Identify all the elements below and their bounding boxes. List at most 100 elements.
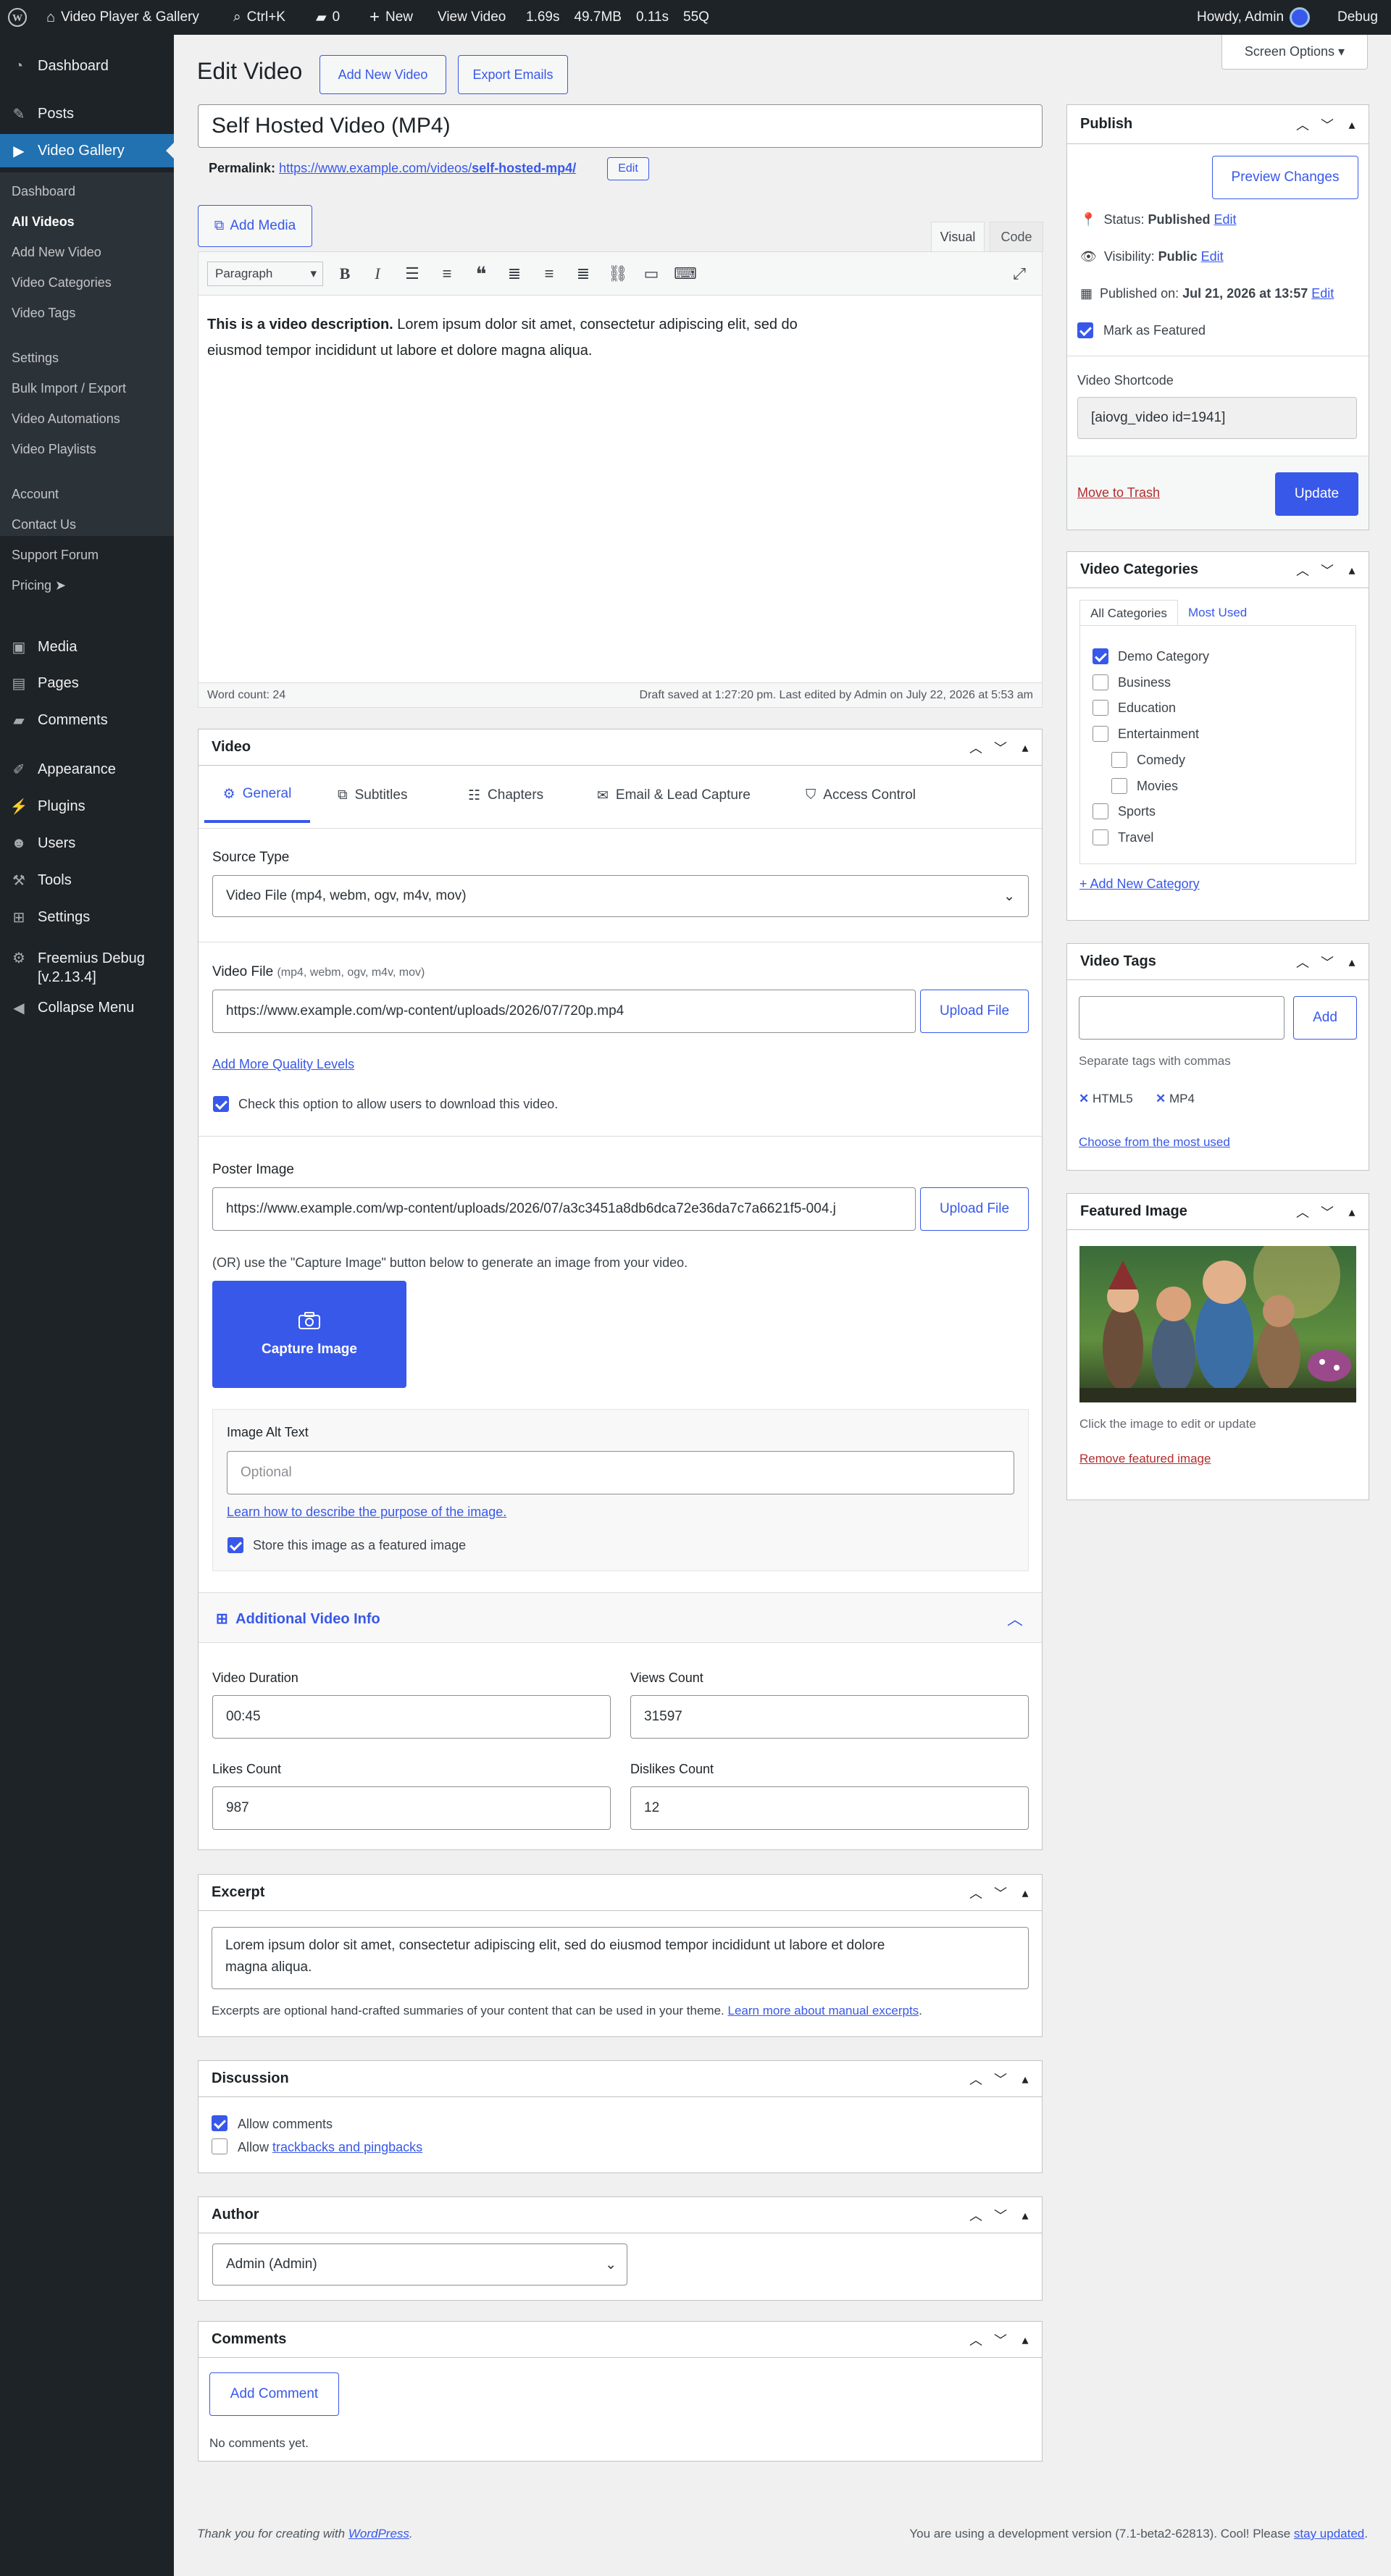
submenu-dashboard[interactable]: Dashboard: [12, 184, 75, 199]
toggle-triangle-icon[interactable]: ▴: [1017, 2072, 1033, 2087]
chevron-up-icon[interactable]: ︿: [968, 2070, 984, 2088]
numbered-list-icon[interactable]: ≡: [435, 262, 459, 286]
menu-plugins[interactable]: ⚡ Plugins: [0, 790, 174, 823]
query-monitor-stats[interactable]: 1.69s 49.7MB 0.11s 55Q: [526, 0, 709, 35]
tag-input[interactable]: [1079, 996, 1285, 1040]
add-comment-button[interactable]: Add Comment: [209, 2372, 339, 2416]
toggle-triangle-icon[interactable]: ▴: [1017, 740, 1033, 756]
menu-tools[interactable]: ⚒ Tools: [0, 863, 174, 897]
menu-media[interactable]: ▣ Media: [0, 630, 174, 664]
toggle-triangle-icon[interactable]: ▴: [1017, 2333, 1033, 2348]
featured-image-thumbnail[interactable]: [1079, 1246, 1356, 1402]
chevron-down-icon[interactable]: ﹀: [993, 2330, 1008, 2349]
allow-comments-checkbox[interactable]: [212, 2115, 227, 2131]
status-edit-link[interactable]: Edit: [1214, 212, 1237, 227]
submenu-video-tags[interactable]: Video Tags: [12, 306, 75, 321]
view-video-link[interactable]: View Video: [438, 0, 506, 35]
likes-input[interactable]: 987: [212, 1786, 611, 1830]
menu-video-gallery[interactable]: ▶ Video Gallery: [0, 134, 174, 167]
video-upload-button[interactable]: Upload File: [920, 990, 1029, 1033]
chevron-up-icon[interactable]: ︿: [968, 2330, 984, 2349]
add-media-button[interactable]: ⧉ Add Media: [198, 205, 312, 247]
submenu-add-new-video[interactable]: Add New Video: [12, 245, 101, 260]
category-checkbox-comedy[interactable]: [1111, 752, 1127, 768]
tab-email-lead-capture[interactable]: ✉ Email & Lead Capture: [597, 768, 751, 823]
update-button[interactable]: Update: [1275, 472, 1358, 516]
stay-updated-link[interactable]: stay updated: [1294, 2527, 1364, 2541]
chevron-up-icon[interactable]: ︿: [968, 2206, 984, 2225]
poster-image-input[interactable]: https://www.example.com/wp-content/uploa…: [212, 1187, 916, 1231]
toggle-triangle-icon[interactable]: ▴: [1017, 2208, 1033, 2223]
chevron-down-icon[interactable]: ﹀: [1319, 953, 1335, 971]
move-to-trash-link[interactable]: Move to Trash: [1077, 485, 1160, 501]
dislikes-input[interactable]: 12: [630, 1786, 1029, 1830]
submenu-video-categories[interactable]: Video Categories: [12, 275, 112, 290]
format-select[interactable]: Paragraph ▾: [207, 262, 323, 286]
tab-all-categories[interactable]: All Categories: [1079, 600, 1178, 626]
chevron-up-icon[interactable]: ︿: [1007, 1607, 1023, 1630]
link-icon[interactable]: ⛓: [606, 262, 630, 286]
chevron-down-icon[interactable]: ﹀: [1319, 561, 1335, 580]
trackbacks-link[interactable]: trackbacks and pingbacks: [272, 2140, 422, 2154]
submenu-all-videos[interactable]: All Videos: [12, 214, 75, 230]
editor-content[interactable]: This is a video description. Lorem ipsum…: [207, 311, 932, 364]
menu-posts[interactable]: ✎ Posts: [0, 97, 174, 130]
bullet-list-icon[interactable]: ☰: [400, 262, 425, 286]
tab-visual[interactable]: Visual: [931, 222, 985, 252]
menu-freemius-debug[interactable]: ⚙ Freemius Debug [v.2.13.4]: [0, 940, 174, 991]
category-checkbox-sports[interactable]: [1093, 803, 1108, 819]
views-input[interactable]: 31597: [630, 1695, 1029, 1739]
permalink-edit-button[interactable]: Edit: [607, 157, 649, 180]
mark-featured-checkbox[interactable]: [1077, 322, 1093, 338]
chevron-down-icon[interactable]: ﹀: [1319, 115, 1335, 134]
menu-dashboard[interactable]: ◔ Dashboard: [0, 49, 174, 83]
site-name-link[interactable]: ⌂ Video Player & Gallery: [46, 0, 199, 35]
shortcode-input[interactable]: [aiovg_video id=1941]: [1077, 397, 1357, 439]
align-right-icon[interactable]: ≣: [571, 262, 596, 286]
submenu-account[interactable]: Account: [12, 487, 59, 502]
choose-tags-link[interactable]: Choose from the most used: [1079, 1135, 1230, 1150]
permalink-url[interactable]: https://www.example.com/videos/self-host…: [279, 161, 576, 175]
chevron-down-icon[interactable]: ﹀: [993, 1883, 1008, 1902]
tab-most-used[interactable]: Most Used: [1188, 606, 1247, 620]
toolbar-toggle-icon[interactable]: ⌨: [673, 262, 698, 286]
new-content-link[interactable]: + New: [369, 0, 413, 35]
submenu-video-automations[interactable]: Video Automations: [12, 411, 120, 427]
chevron-up-icon[interactable]: ︿: [1295, 953, 1311, 971]
chevron-down-icon[interactable]: ﹀: [993, 2206, 1008, 2225]
chevron-up-icon[interactable]: ︿: [1295, 561, 1311, 580]
category-checkbox-travel[interactable]: [1093, 829, 1108, 845]
submenu-bulk-import-export[interactable]: Bulk Import / Export: [12, 381, 126, 396]
submenu-pricing[interactable]: Pricing ➤: [12, 578, 66, 593]
toggle-triangle-icon[interactable]: ▴: [1344, 563, 1360, 578]
category-checkbox-movies[interactable]: [1111, 778, 1127, 794]
submenu-video-playlists[interactable]: Video Playlists: [12, 442, 96, 457]
export-emails-button[interactable]: Export Emails: [458, 55, 568, 94]
toggle-triangle-icon[interactable]: ▴: [1344, 955, 1360, 970]
chevron-up-icon[interactable]: ︿: [1295, 115, 1311, 134]
menu-pages[interactable]: ▤ Pages: [0, 666, 174, 700]
debug-link[interactable]: Debug: [1337, 0, 1378, 35]
remove-featured-image-link[interactable]: Remove featured image: [1079, 1452, 1211, 1466]
chevron-up-icon[interactable]: ︿: [968, 1883, 984, 1902]
tab-subtitles[interactable]: ⧉ Subtitles: [338, 768, 407, 823]
category-checkbox-business[interactable]: [1093, 674, 1108, 690]
bold-icon[interactable]: B: [333, 262, 357, 286]
chevron-down-icon[interactable]: ﹀: [993, 2070, 1008, 2088]
excerpt-textarea[interactable]: Lorem ipsum dolor sit amet, consectetur …: [212, 1927, 1029, 1989]
category-checkbox-demo[interactable]: [1093, 648, 1108, 664]
toggle-triangle-icon[interactable]: ▴: [1344, 1205, 1360, 1220]
tab-chapters[interactable]: ☷ Chapters: [468, 768, 543, 823]
add-new-category-link[interactable]: + Add New Category: [1079, 877, 1200, 892]
align-left-icon[interactable]: ≣: [502, 262, 527, 286]
preview-changes-button[interactable]: Preview Changes: [1212, 156, 1358, 199]
my-account-link[interactable]: Howdy, Admin: [1197, 0, 1311, 35]
toggle-triangle-icon[interactable]: ▴: [1017, 1886, 1033, 1901]
chevron-up-icon[interactable]: ︿: [1295, 1203, 1311, 1221]
wordpress-logo-icon[interactable]: W: [7, 0, 28, 35]
tab-access-control[interactable]: ⛉ Access Control: [806, 768, 916, 823]
chevron-up-icon[interactable]: ︿: [968, 738, 984, 757]
read-more-icon[interactable]: ▭: [639, 262, 664, 286]
category-checkbox-education[interactable]: [1093, 700, 1108, 716]
menu-comments[interactable]: ▰ Comments: [0, 703, 174, 737]
